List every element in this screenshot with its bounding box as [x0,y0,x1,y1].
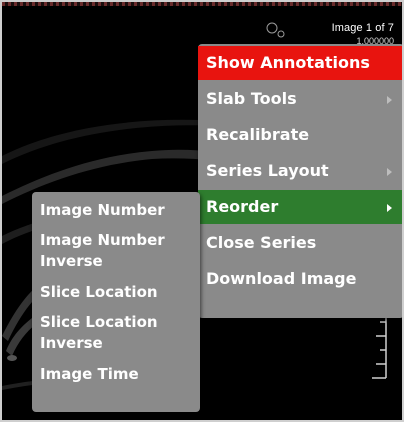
menu-item-label: Close Series [206,233,317,252]
menu-item-label: Reorder [206,197,279,216]
dashed-overlay [266,22,285,38]
chevron-right-icon [387,96,392,104]
menu-item-download-image[interactable]: Download Image [198,262,402,296]
reorder-submenu: Image Number Image Number Inverse Slice … [32,192,200,412]
menu-item-label: Recalibrate [206,125,310,144]
menu-item-slab-tools[interactable]: Slab Tools [198,82,402,116]
submenu-item-image-number-inverse[interactable]: Image Number Inverse [40,230,195,272]
context-menu: Show Annotations Slab Tools Recalibrate … [198,44,402,318]
menu-item-label: Show Annotations [206,53,370,72]
menu-item-recalibrate[interactable]: Recalibrate [198,118,402,152]
menu-item-label: Download Image [206,269,357,288]
submenu-item-image-number[interactable]: Image Number [40,200,195,221]
chevron-right-icon [387,204,392,212]
image-counter: Image 1 of 7 [331,22,394,34]
chevron-right-icon [387,168,392,176]
menu-item-label: Series Layout [206,161,329,180]
menu-item-show-annotations[interactable]: Show Annotations [198,46,402,80]
menu-item-series-layout[interactable]: Series Layout [198,154,402,188]
submenu-item-image-time[interactable]: Image Time [40,364,195,385]
submenu-item-slice-location[interactable]: Slice Location [40,282,195,303]
image-viewer-frame: Image 1 of 7 1.000000 Show Annotations S… [0,0,404,422]
menu-item-label: Slab Tools [206,89,297,108]
menu-item-reorder[interactable]: Reorder [198,190,402,224]
submenu-item-slice-location-inverse[interactable]: Slice Location Inverse [40,312,195,354]
menu-item-close-series[interactable]: Close Series [198,226,402,260]
